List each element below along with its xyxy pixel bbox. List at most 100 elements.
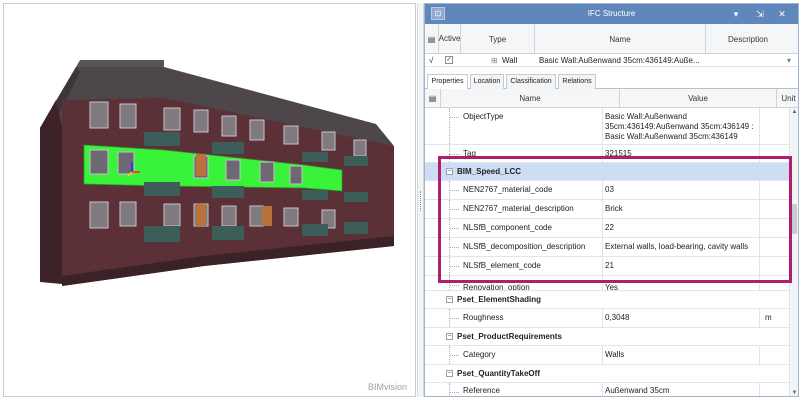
tree-guide: [449, 355, 459, 356]
prop-row-component-code[interactable]: NLSfB_component_code 22: [425, 219, 791, 238]
properties-header: ▤ Name Value Unit: [425, 89, 798, 108]
col-active[interactable]: Active: [439, 24, 461, 54]
prop-unit: m: [765, 313, 772, 322]
prop-value: Außenwand 35cm: [603, 383, 760, 396]
building-model[interactable]: [4, 4, 417, 398]
tree-row-check: √: [429, 56, 434, 65]
prop-name: NEN2767_material_description: [463, 200, 603, 218]
properties-grid: ObjectType Basic Wall:Außenwand 35cm:436…: [425, 108, 791, 396]
prop-name: NLSfB_element_code: [463, 257, 603, 275]
active-checkbox[interactable]: ✓: [445, 56, 453, 64]
tree-guide: [449, 392, 459, 393]
collapse-icon[interactable]: −: [446, 168, 453, 175]
prop-unit: [760, 257, 791, 275]
collapse-icon[interactable]: −: [446, 333, 453, 340]
prop-value: Walls: [603, 346, 760, 364]
prop-row-tag[interactable]: Tag 321515: [425, 145, 791, 163]
prop-row-renovation-option[interactable]: Renovation_option Yes: [425, 276, 791, 291]
tree-guide: [449, 209, 459, 210]
tree-guide: [449, 154, 459, 155]
tree-options-icon[interactable]: ▤: [425, 24, 439, 54]
tab-properties[interactable]: Properties: [427, 74, 468, 90]
prop-row-reference[interactable]: Reference Außenwand 35cm: [425, 383, 791, 396]
tree-dropdown-icon[interactable]: ▾: [787, 54, 797, 67]
col-description[interactable]: Description: [706, 24, 790, 54]
prop-row-element-code[interactable]: NLSfB_element_code 21: [425, 257, 791, 276]
dropdown-icon[interactable]: ▾: [729, 7, 743, 21]
prop-name: NEN2767_material_code: [463, 181, 603, 199]
prop-value: Brick: [603, 200, 760, 218]
vertical-scrollbar[interactable]: ▲ ▼: [789, 108, 798, 396]
prop-unit: [760, 145, 791, 162]
prop-row-material-code[interactable]: NEN2767_material_code 03: [425, 181, 791, 200]
tree-guide: [449, 318, 459, 319]
prop-name: NLSfB_decomposition_description: [463, 238, 603, 256]
prop-name: Tag: [463, 145, 603, 162]
tab-location[interactable]: Location: [470, 74, 504, 89]
dock-icon[interactable]: ⇲: [753, 7, 767, 21]
panel-titlebar: ⊡ IFC Structure ▾ ⇲ ✕: [425, 4, 798, 24]
group-pset-productrequirements[interactable]: − Pset_ProductRequirements: [425, 328, 791, 346]
prop-value: External walls, load-bearing, cavity wal…: [603, 238, 760, 256]
group-label: Pset_ElementShading: [457, 295, 542, 304]
tree-guide: [449, 228, 459, 229]
group-label: BIM_Speed_LCC: [457, 167, 522, 176]
prop-value: 321515: [603, 145, 760, 162]
prop-row-material-description[interactable]: NEN2767_material_description Brick: [425, 200, 791, 219]
props-options-icon[interactable]: ▤: [425, 89, 441, 108]
tab-classification[interactable]: Classification: [506, 74, 556, 89]
prop-name: NLSfB_component_code: [463, 219, 603, 237]
prop-name: Renovation_option: [463, 276, 603, 290]
prop-row-objecttype[interactable]: ObjectType Basic Wall:Außenwand 35cm:436…: [425, 108, 791, 145]
scroll-thumb[interactable]: [791, 204, 797, 234]
prop-value: Yes: [603, 276, 760, 290]
brand-watermark: BIMvision: [367, 382, 407, 392]
property-tabs: Properties Location Classification Relat…: [425, 72, 798, 90]
prop-name: Category: [463, 346, 603, 364]
prop-unit: [760, 346, 791, 364]
prop-unit: [760, 200, 791, 218]
ifc-structure-panel: ⊡ IFC Structure ▾ ⇲ ✕ ▤ Active Type Name…: [424, 3, 799, 397]
prop-value: 22: [603, 219, 760, 237]
col-name[interactable]: Name: [535, 24, 706, 54]
col-prop-value[interactable]: Value: [620, 89, 777, 108]
3d-viewport[interactable]: BIMvision: [3, 3, 416, 397]
group-pset-elementshading[interactable]: − Pset_ElementShading: [425, 291, 791, 309]
tree-guide: [449, 190, 459, 191]
collapse-icon[interactable]: −: [446, 296, 453, 303]
prop-name: Roughness: [463, 309, 603, 327]
tree-row[interactable]: √ ✓ ⊞ Wall Basic Wall:Außenwand 35cm:436…: [425, 54, 798, 67]
prop-row-roughness[interactable]: Roughness 0,3048 m: [425, 309, 791, 328]
tree-guide: [449, 247, 459, 248]
prop-unit: [760, 108, 791, 144]
roof-ridge: [76, 60, 164, 67]
col-type[interactable]: Type: [461, 24, 535, 54]
tree-header: ▤ Active Type Name Description: [425, 24, 798, 54]
close-icon[interactable]: ✕: [775, 7, 789, 21]
tree-guide: [449, 108, 450, 144]
prop-name: ObjectType: [463, 108, 603, 144]
tree-row-type: Wall: [502, 56, 518, 65]
expand-icon[interactable]: ⊞: [491, 54, 499, 67]
col-prop-unit[interactable]: Unit: [777, 89, 798, 108]
panel-splitter[interactable]: [417, 3, 424, 397]
prop-unit: [760, 181, 791, 199]
gable-wall: [40, 100, 62, 284]
scroll-up-icon[interactable]: ▲: [790, 108, 798, 117]
group-label: Pset_QuantityTakeOff: [457, 369, 540, 378]
prop-row-decomposition-description[interactable]: NLSfB_decomposition_description External…: [425, 238, 791, 257]
prop-unit: [760, 276, 791, 290]
group-label: Pset_ProductRequirements: [457, 332, 562, 341]
scroll-down-icon[interactable]: ▼: [790, 389, 798, 396]
prop-value: 03: [603, 181, 760, 199]
tree-row-name: Basic Wall:Außenwand 35cm:436149:Auße...: [539, 56, 700, 65]
prop-row-category[interactable]: Category Walls: [425, 346, 791, 365]
tree-guide: [449, 276, 450, 290]
group-pset-quantitytakeoff[interactable]: − Pset_QuantityTakeOff: [425, 365, 791, 383]
col-prop-name[interactable]: Name: [441, 89, 620, 108]
prop-value: 21: [603, 257, 760, 275]
tab-relations[interactable]: Relations: [558, 74, 596, 89]
prop-value: 0,3048: [603, 309, 760, 327]
group-bim-speed-lcc[interactable]: − BIM_Speed_LCC: [425, 163, 791, 181]
collapse-icon[interactable]: −: [446, 370, 453, 377]
